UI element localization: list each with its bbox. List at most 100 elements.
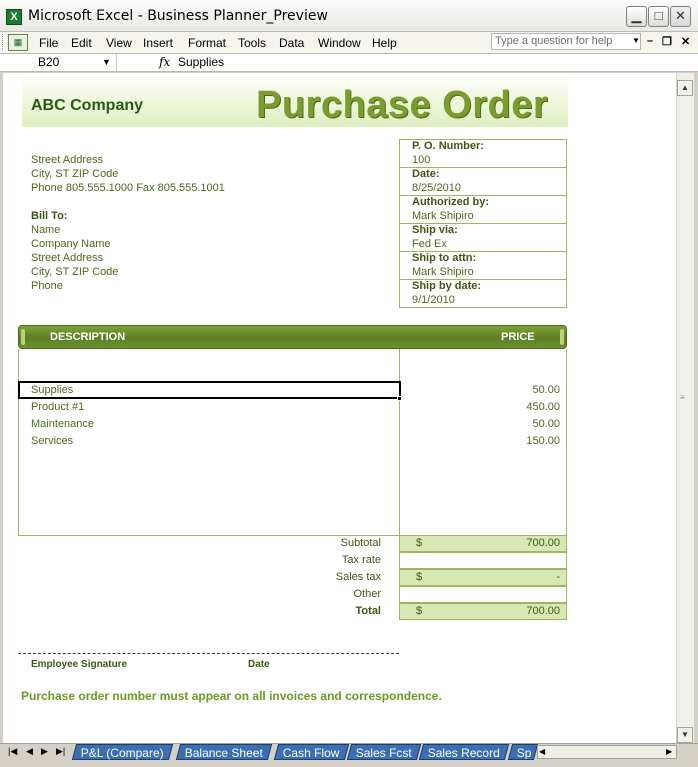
formula-input[interactable]: Supplies: [178, 55, 224, 69]
workbook-restore-button[interactable]: ❐: [662, 35, 672, 48]
scroll-left-button[interactable]: ◀: [539, 747, 545, 756]
ship-by-date-value[interactable]: 9/1/2010: [412, 294, 455, 306]
status-bar: [0, 760, 698, 767]
maximize-button[interactable]: □: [648, 6, 669, 27]
currency-symbol: $: [416, 571, 423, 583]
page-title: Purchase Order: [256, 84, 549, 126]
tab-label: Sales Record: [427, 746, 500, 760]
last-sheet-icon[interactable]: ▶|: [56, 746, 65, 757]
tax-rate-label: Tax rate: [341, 554, 381, 566]
tab-label: Sp: [516, 746, 532, 760]
chevron-down-icon[interactable]: ▼: [632, 36, 640, 45]
sales-tax-value: -: [556, 571, 560, 583]
tab-label: Sales Fcst: [355, 746, 412, 760]
chevron-down-icon[interactable]: ▼: [102, 57, 111, 67]
subtotal-value: 700.00: [526, 537, 560, 549]
tab-sales-record[interactable]: Sales Record: [418, 744, 510, 760]
tab-cash-flow[interactable]: Cash Flow: [273, 744, 349, 760]
ship-via-value[interactable]: Fed Ex: [412, 238, 447, 250]
menu-window[interactable]: Window: [318, 36, 361, 50]
menu-view[interactable]: View: [106, 36, 132, 50]
active-cell-selection[interactable]: [18, 381, 401, 399]
menu-file[interactable]: File: [39, 36, 58, 50]
currency-symbol: $: [416, 605, 423, 617]
tab-pl-compare[interactable]: P&L (Compare): [71, 744, 174, 760]
bill-to-phone: Phone: [31, 280, 63, 292]
menu-edit[interactable]: Edit: [71, 36, 92, 50]
description-column-header: DESCRIPTION: [50, 331, 126, 343]
minimize-button[interactable]: ▁: [626, 6, 647, 27]
tab-label: Balance Sheet: [184, 746, 263, 760]
ship-to-attn-label: Ship to attn:: [412, 252, 477, 264]
po-notice: Purchase order number must appear on all…: [21, 689, 442, 703]
first-sheet-icon[interactable]: |◀: [8, 746, 17, 757]
tax-rate-cell[interactable]: [399, 552, 567, 569]
total-value: 700.00: [526, 605, 560, 617]
bill-to-city: City, ST ZIP Code: [31, 266, 119, 278]
window-title: Microsoft Excel - Business Planner_Previ…: [28, 8, 328, 24]
scroll-down-button[interactable]: ▼: [677, 727, 693, 743]
signature-line: [18, 653, 399, 654]
line-item-description[interactable]: Services: [31, 435, 73, 447]
toolbar-grip[interactable]: [2, 34, 5, 51]
close-button[interactable]: ✕: [670, 6, 691, 27]
price-column-header: PRICE: [501, 331, 535, 343]
ship-via-label: Ship via:: [412, 224, 458, 236]
currency-symbol: $: [416, 537, 423, 549]
prev-sheet-icon[interactable]: ◀: [26, 746, 33, 757]
employee-signature-label: Employee Signature: [31, 659, 128, 670]
po-date-value[interactable]: 8/25/2010: [412, 182, 461, 194]
column-divider: [399, 349, 400, 536]
header-cap-left: [21, 329, 25, 345]
po-number-label: P. O. Number:: [412, 140, 484, 152]
menu-help[interactable]: Help: [372, 36, 397, 50]
subtotal-label: Subtotal: [340, 537, 381, 549]
next-sheet-icon[interactable]: ▶: [41, 746, 48, 757]
other-cell[interactable]: [399, 586, 567, 603]
line-item-description[interactable]: Product #1: [31, 401, 84, 413]
tab-balance-sheet[interactable]: Balance Sheet: [175, 744, 273, 760]
line-item-price[interactable]: 150.00: [470, 435, 560, 447]
insert-function-icon[interactable]: fx: [159, 55, 170, 69]
bill-to-street: Street Address: [31, 252, 104, 264]
menu-insert[interactable]: Insert: [143, 36, 173, 50]
tab-partial[interactable]: Sp: [507, 744, 539, 760]
other-label: Other: [353, 588, 381, 600]
ship-by-date-label: Ship by date:: [412, 280, 482, 292]
ship-to-attn-value[interactable]: Mark Shipiro: [412, 266, 474, 278]
signature-date-label: Date: [248, 659, 270, 670]
tab-sales-fcst[interactable]: Sales Fcst: [346, 744, 422, 760]
workbook-close-button[interactable]: ✕: [681, 35, 690, 48]
address-city: City, ST ZIP Code: [31, 168, 119, 180]
po-date-label: Date:: [412, 168, 440, 180]
scroll-right-button[interactable]: ▶: [666, 747, 672, 756]
workbook-icon[interactable]: ▦: [8, 34, 28, 51]
scroll-thumb-grip-icon[interactable]: ≡: [680, 393, 685, 402]
address-phone: Phone 805.555.1000 Fax 805.555.1001: [31, 182, 225, 194]
bill-to-label: Bill To:: [31, 210, 68, 222]
line-item-price[interactable]: 50.00: [470, 384, 560, 396]
menu-data[interactable]: Data: [279, 36, 304, 50]
menu-tools[interactable]: Tools: [238, 36, 266, 50]
tab-label: P&L (Compare): [80, 746, 164, 760]
bill-to-name: Name: [31, 224, 61, 236]
vertical-scrollbar[interactable]: [676, 73, 694, 743]
ask-question-input[interactable]: Type a question for help: [491, 33, 641, 50]
authorized-by-value[interactable]: Mark Shipiro: [412, 210, 474, 222]
menu-format[interactable]: Format: [188, 36, 226, 50]
line-item-description[interactable]: Maintenance: [31, 418, 94, 430]
formula-bar: B20 ▼ fx Supplies: [0, 53, 698, 72]
horizontal-scrollbar[interactable]: [537, 745, 677, 759]
scroll-up-button[interactable]: ▲: [677, 80, 693, 96]
fill-handle[interactable]: [397, 396, 402, 401]
total-label: Total: [355, 605, 381, 617]
name-box[interactable]: B20: [0, 54, 117, 71]
address-street: Street Address: [31, 154, 104, 166]
excel-icon[interactable]: X: [6, 9, 22, 25]
title-bar: X Microsoft Excel - Business Planner_Pre…: [0, 0, 698, 32]
workbook-minimize-button[interactable]: –: [647, 35, 653, 47]
company-name: ABC Company: [31, 97, 144, 114]
line-item-price[interactable]: 50.00: [470, 418, 560, 430]
po-number-value[interactable]: 100: [412, 154, 430, 166]
line-item-price[interactable]: 450.00: [470, 401, 560, 413]
